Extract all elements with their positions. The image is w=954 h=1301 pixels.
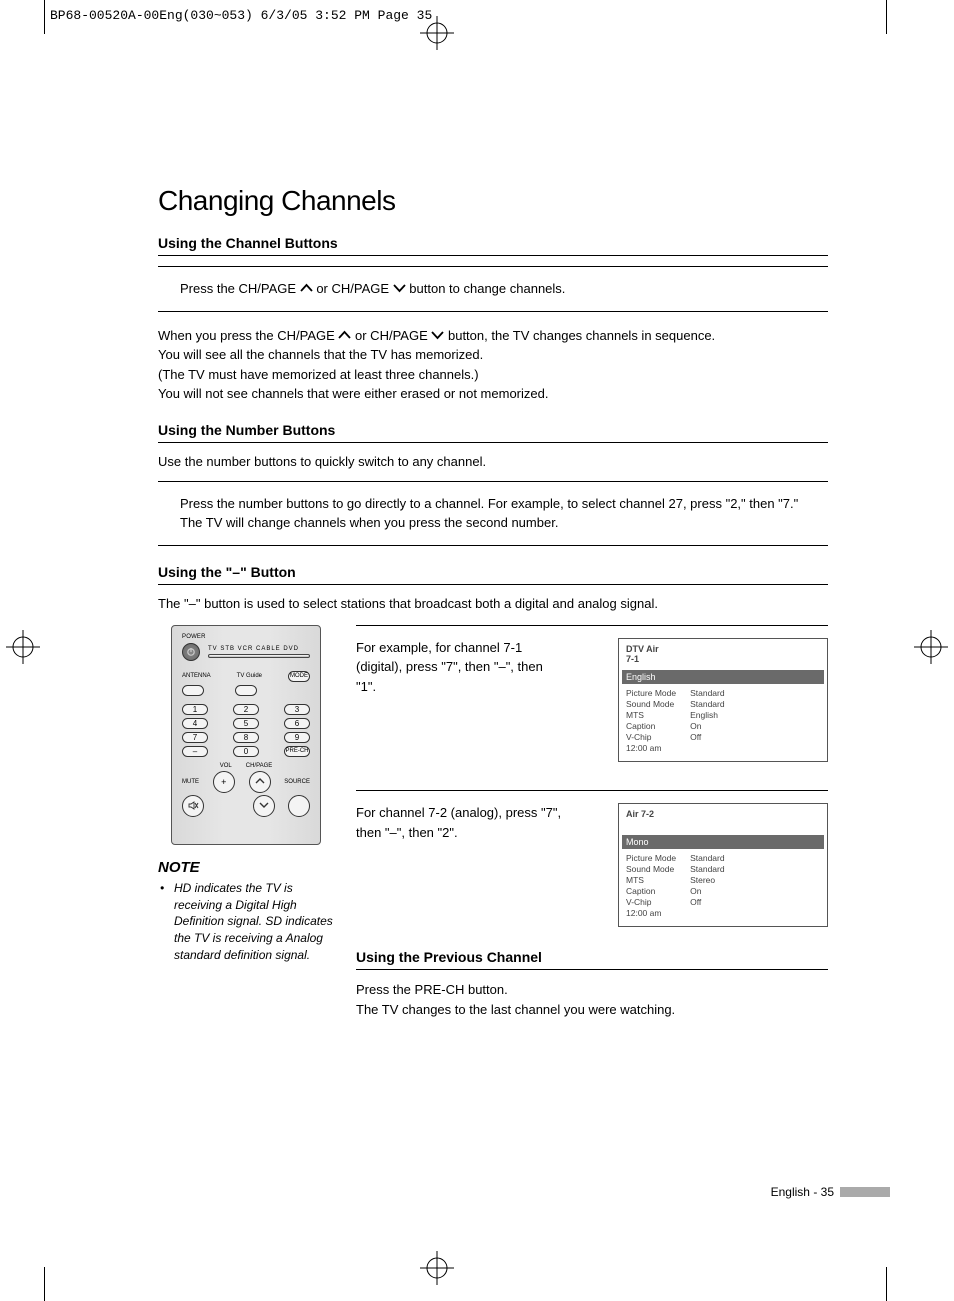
vol-up-icon: + — [213, 771, 235, 793]
print-slug: BP68-00520A-00Eng(030~053) 6/3/05 3:52 P… — [50, 8, 432, 23]
registration-mark — [6, 630, 40, 664]
osd-diagram: Air 7-2 Mono Picture ModeSound ModeMTSCa… — [618, 803, 828, 927]
body-text: Use the number buttons to quickly switch… — [158, 453, 828, 471]
power-icon — [182, 643, 200, 661]
note-heading: NOTE — [158, 859, 334, 876]
crop-mark — [44, 0, 45, 34]
page-footer: English - 35 — [771, 1185, 890, 1199]
chevron-up-icon — [338, 330, 351, 340]
chevron-down-icon — [393, 283, 406, 293]
instruction-box: Press the CH/PAGE or CH/PAGE button to c… — [158, 266, 828, 312]
osd-diagram: DTV Air7-1 English Picture ModeSound Mod… — [618, 638, 828, 762]
chevron-up-icon — [300, 283, 313, 293]
section-heading: Using the Number Buttons — [158, 422, 828, 443]
body-text: Press the PRE-CH button. The TV changes … — [356, 980, 828, 1019]
page-title: Changing Channels — [158, 185, 828, 217]
chevron-down-icon — [431, 330, 444, 340]
body-text: When you press the CH/PAGE or CH/PAGE bu… — [158, 326, 828, 404]
body-text: The "–" button is used to select station… — [158, 595, 828, 613]
registration-mark — [420, 16, 454, 50]
section-heading: Using the Previous Channel — [356, 949, 828, 970]
example-text: For example, for channel 7-1 (digital), … — [356, 638, 566, 697]
section-heading: Using the "–" Button — [158, 564, 828, 585]
registration-mark — [420, 1251, 454, 1285]
instruction-box: Press the number buttons to go directly … — [158, 481, 828, 546]
ch-down-icon — [253, 795, 275, 817]
crop-mark — [44, 1267, 45, 1301]
crop-mark — [886, 0, 887, 34]
crop-mark — [886, 1267, 887, 1301]
mode-button: MODE — [288, 671, 310, 682]
example-text: For channel 7-2 (analog), press "7", the… — [356, 803, 566, 842]
ch-up-icon — [249, 771, 271, 793]
note-item: HD indicates the TV is receiving a Digit… — [174, 880, 334, 964]
section-heading: Using the Channel Buttons — [158, 235, 828, 256]
remote-illustration: POWER TV STB VCR CABLE DVD ANTENNA TV Gu… — [171, 625, 321, 845]
registration-mark — [914, 630, 948, 664]
mute-icon — [182, 795, 204, 817]
